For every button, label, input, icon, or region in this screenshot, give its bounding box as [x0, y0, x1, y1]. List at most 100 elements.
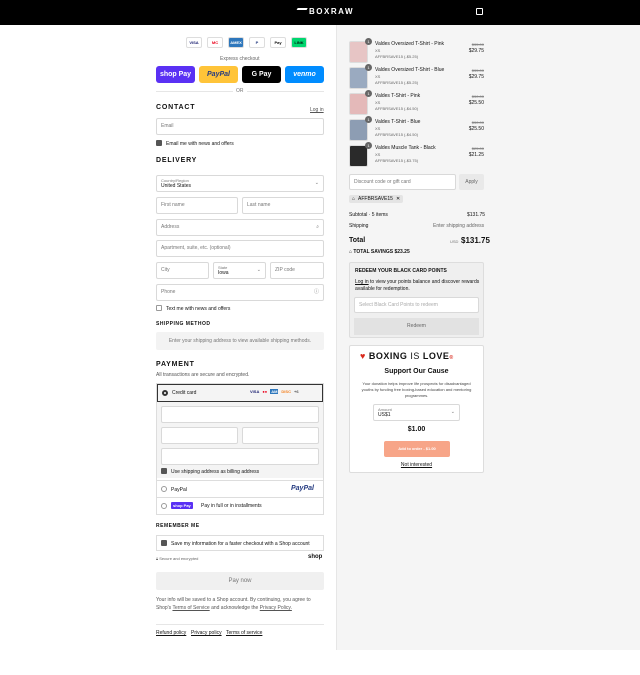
- discount-code: AFFBRSAVE15 (-$4.50): [375, 132, 419, 137]
- terms-link[interactable]: Terms of Service: [172, 605, 209, 611]
- shipping-label: Shipping: [349, 223, 369, 229]
- country-select[interactable]: Country/Region United States ⌄: [156, 175, 324, 192]
- privacy-link[interactable]: Privacy Policy.: [260, 605, 292, 611]
- privacy-policy-link[interactable]: Privacy policy: [191, 630, 222, 636]
- discount-input[interactable]: Discount code or gift card: [349, 174, 456, 190]
- mastercard-icon: MC: [207, 37, 223, 48]
- card-icons: VISA MC AMEX P Pay LINK: [186, 37, 307, 48]
- city-field[interactable]: City: [156, 262, 209, 279]
- registered-icon: ®: [449, 355, 454, 361]
- black-card-login-link[interactable]: Log in: [355, 279, 369, 285]
- more-cards-label: +6: [293, 389, 299, 394]
- product-thumbnail: [349, 67, 368, 89]
- delivery-heading: DELIVERY: [156, 157, 198, 164]
- card-number-field[interactable]: [161, 406, 319, 423]
- legal-line2b: and acknowledge the: [211, 605, 259, 611]
- shipping-notice: Enter your shipping address to view avai…: [156, 332, 324, 350]
- zip-field[interactable]: ZIP code: [270, 262, 324, 279]
- last-name-field[interactable]: Last name: [242, 197, 324, 214]
- pay-now-button[interactable]: Pay now: [156, 572, 324, 590]
- security-code-field[interactable]: [242, 427, 319, 444]
- not-interested-link[interactable]: Not interested: [350, 462, 483, 468]
- card-brand-icons: VISA ●● AM DISC +6: [250, 389, 299, 394]
- quantity-badge: 1: [365, 90, 372, 97]
- top-header: BOXRAW: [0, 0, 640, 25]
- expiration-field[interactable]: [161, 427, 238, 444]
- shop-pay-radio[interactable]: [161, 503, 167, 509]
- product-name: Valdes T-Shirt - Blue: [375, 119, 421, 125]
- login-link[interactable]: Log in: [310, 107, 324, 113]
- paypal-radio[interactable]: [161, 486, 167, 492]
- product-thumbnail: [349, 41, 368, 63]
- billing-checkbox[interactable]: [161, 468, 167, 474]
- savings-label: TOTAL SAVINGS: [353, 249, 394, 255]
- lock-icon: 🔒︎: [156, 556, 159, 561]
- visa-icon: VISA: [186, 37, 202, 48]
- terms-of-service-link[interactable]: Terms of service: [226, 630, 262, 636]
- chevron-down-icon: ⌄: [256, 267, 261, 273]
- credit-card-radio[interactable]: [162, 390, 168, 396]
- charity-text3: programmes.: [404, 393, 429, 398]
- shop-pay-label: Pay in full or in installments: [201, 503, 262, 509]
- name-on-card-field[interactable]: [161, 448, 319, 465]
- product-name: Valdes T-Shirt - Pink: [375, 93, 421, 99]
- chevron-down-icon: ⌄: [314, 180, 319, 186]
- savings-value: $23.25: [394, 249, 410, 255]
- total-label: Total: [349, 237, 366, 244]
- old-price: $30.00: [471, 94, 484, 99]
- add-to-order-button[interactable]: Add to order - $1.00: [384, 441, 450, 457]
- product-thumbnail: [349, 119, 368, 141]
- discount-code: AFFBRSAVE15 (-$4.50): [375, 106, 419, 111]
- news-checkbox[interactable]: [156, 140, 162, 146]
- apply-button[interactable]: Apply: [459, 174, 484, 190]
- paypal-logo-icon: PayPal: [291, 485, 314, 492]
- black-card-box: REDEEM YOUR BLACK CARD POINTS Log in to …: [349, 262, 484, 338]
- paypal-button[interactable]: PayPal: [199, 66, 238, 83]
- apartment-field[interactable]: Apartment, suite, etc. (optional): [156, 240, 324, 257]
- remember-checkbox[interactable]: [161, 540, 167, 546]
- charity-text: Your donation helps improve life prospec…: [350, 381, 483, 399]
- state-select[interactable]: State Iowa ⌄: [213, 262, 266, 279]
- boxing-is-love-logo: ♥ BOXING IS LOVE®: [360, 351, 454, 361]
- amount-value: US$1: [378, 412, 391, 418]
- quantity-badge: 1: [365, 38, 372, 45]
- help-icon[interactable]: ⓘ: [314, 285, 319, 300]
- express-checkout-label: Express checkout: [220, 56, 260, 62]
- phone-field[interactable]: Phone ⓘ: [156, 284, 324, 301]
- credit-card-option[interactable]: Credit card VISA ●● AM DISC +6: [157, 384, 323, 402]
- product-size: XS: [375, 152, 381, 157]
- amex-icon: AM: [270, 389, 279, 394]
- paypal-small-icon: P: [249, 37, 265, 48]
- secure-note: All transactions are secure and encrypte…: [156, 372, 250, 378]
- shop-pay-button[interactable]: shop Pay: [156, 66, 195, 83]
- remember-heading: REMEMBER ME: [156, 523, 200, 529]
- legal-line2a: Shop's: [156, 605, 172, 611]
- paypal-label: PayPal: [171, 487, 187, 493]
- shipping-value: Enter shipping address: [433, 223, 485, 229]
- address-field[interactable]: Address ⌕: [156, 219, 324, 236]
- legal-text: Your info will be saved to a Shop accoun…: [156, 596, 326, 612]
- new-price: $29.75: [468, 74, 484, 80]
- google-pay-button[interactable]: G Pay: [242, 66, 281, 83]
- email-field[interactable]: Email: [156, 118, 324, 135]
- cart-icon[interactable]: [476, 8, 483, 15]
- text-news-checkbox[interactable]: [156, 305, 162, 311]
- subtotal-label: Subtotal · 5 items: [349, 212, 388, 218]
- amount-select[interactable]: Amount US$1 ⌄: [373, 404, 460, 421]
- redeem-button[interactable]: Redeem: [354, 318, 479, 335]
- brand-mark-icon: [294, 8, 308, 14]
- visa-icon: VISA: [250, 389, 260, 394]
- brand-logo[interactable]: BOXRAW: [294, 7, 354, 16]
- payment-methods: Credit card VISA ●● AM DISC +6 Use shipp…: [156, 383, 324, 515]
- first-name-field[interactable]: First name: [156, 197, 238, 214]
- news-label: Email me with news and offers: [166, 141, 234, 147]
- black-card-text2: available for redemption.: [355, 286, 410, 292]
- billing-label: Use shipping address as billing address: [171, 469, 260, 475]
- old-price: $35.00: [471, 42, 484, 47]
- black-card-select[interactable]: Select Black Card Points to redeem: [354, 297, 479, 313]
- remove-tag-icon[interactable]: ✕: [396, 196, 400, 202]
- line-item: 1 Valdes Oversized T-Shirt - Blue XS AFF…: [349, 64, 484, 89]
- product-name: Valdes Muscle Tank - Black: [375, 145, 436, 151]
- refund-policy-link[interactable]: Refund policy: [156, 630, 186, 636]
- venmo-button[interactable]: venmo: [285, 66, 324, 83]
